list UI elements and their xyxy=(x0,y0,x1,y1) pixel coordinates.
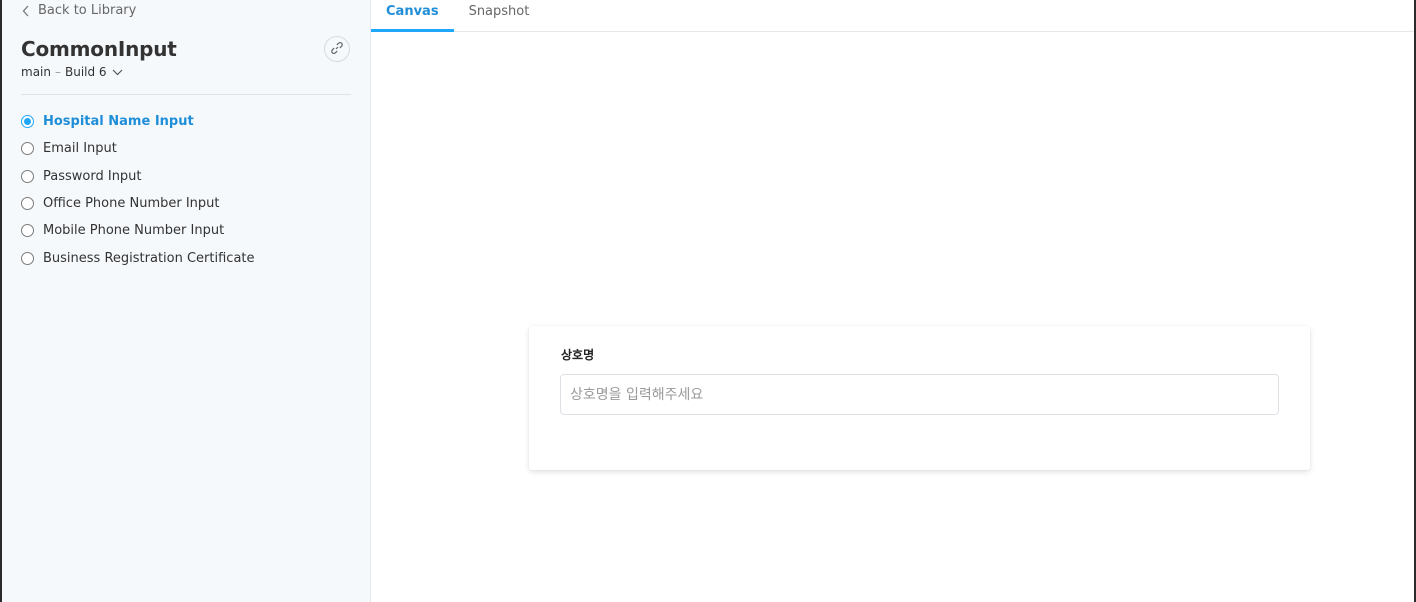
chevron-down-icon xyxy=(112,65,123,79)
radio-icon xyxy=(21,224,34,238)
build-selector[interactable]: Build 6 xyxy=(65,65,123,79)
radio-icon xyxy=(21,251,34,265)
link-icon xyxy=(330,40,344,59)
copy-link-button[interactable] xyxy=(324,36,350,62)
story-list: Hospital Name Input Email Input Password… xyxy=(21,108,255,272)
build-label: Build 6 xyxy=(64,65,107,79)
story-item-password-input[interactable]: Password Input xyxy=(21,163,255,190)
build-separator: – xyxy=(54,65,61,79)
story-label: Hospital Name Input xyxy=(43,114,194,130)
story-item-email-input[interactable]: Email Input xyxy=(21,135,255,162)
build-info: main – Build 6 xyxy=(21,65,123,79)
main-panel: Canvas Snapshot 상호명 xyxy=(371,0,1414,602)
tab-snapshot[interactable]: Snapshot xyxy=(454,0,545,31)
chevron-left-icon xyxy=(22,5,30,17)
story-item-mobile-phone-number-input[interactable]: Mobile Phone Number Input xyxy=(21,217,255,244)
story-label: Password Input xyxy=(43,168,142,184)
business-name-label: 상호명 xyxy=(561,348,595,362)
story-item-office-phone-number-input[interactable]: Office Phone Number Input xyxy=(21,190,255,217)
tab-canvas[interactable]: Canvas xyxy=(371,0,454,32)
story-label: Mobile Phone Number Input xyxy=(43,223,225,239)
radio-icon xyxy=(21,115,34,129)
story-label: Email Input xyxy=(43,141,117,157)
component-title: CommonInput xyxy=(21,37,177,61)
sidebar: Back to Library CommonInput main – Build… xyxy=(2,0,371,602)
app-window: Back to Library CommonInput main – Build… xyxy=(0,0,1416,602)
back-to-library-label: Back to Library xyxy=(38,3,137,18)
radio-icon xyxy=(21,142,34,156)
branch-name: main xyxy=(21,65,51,79)
story-label: Business Registration Certificate xyxy=(43,250,255,266)
story-label: Office Phone Number Input xyxy=(43,196,220,212)
radio-icon xyxy=(21,197,34,211)
tab-bar: Canvas Snapshot xyxy=(371,0,1414,32)
back-to-library-link[interactable]: Back to Library xyxy=(22,3,136,18)
radio-icon xyxy=(21,169,34,183)
component-preview-card: 상호명 xyxy=(529,326,1310,470)
business-name-input[interactable] xyxy=(560,374,1279,415)
story-item-business-registration-certificate[interactable]: Business Registration Certificate xyxy=(21,244,255,271)
sidebar-divider xyxy=(21,94,351,95)
story-item-hospital-name-input[interactable]: Hospital Name Input xyxy=(21,108,255,135)
